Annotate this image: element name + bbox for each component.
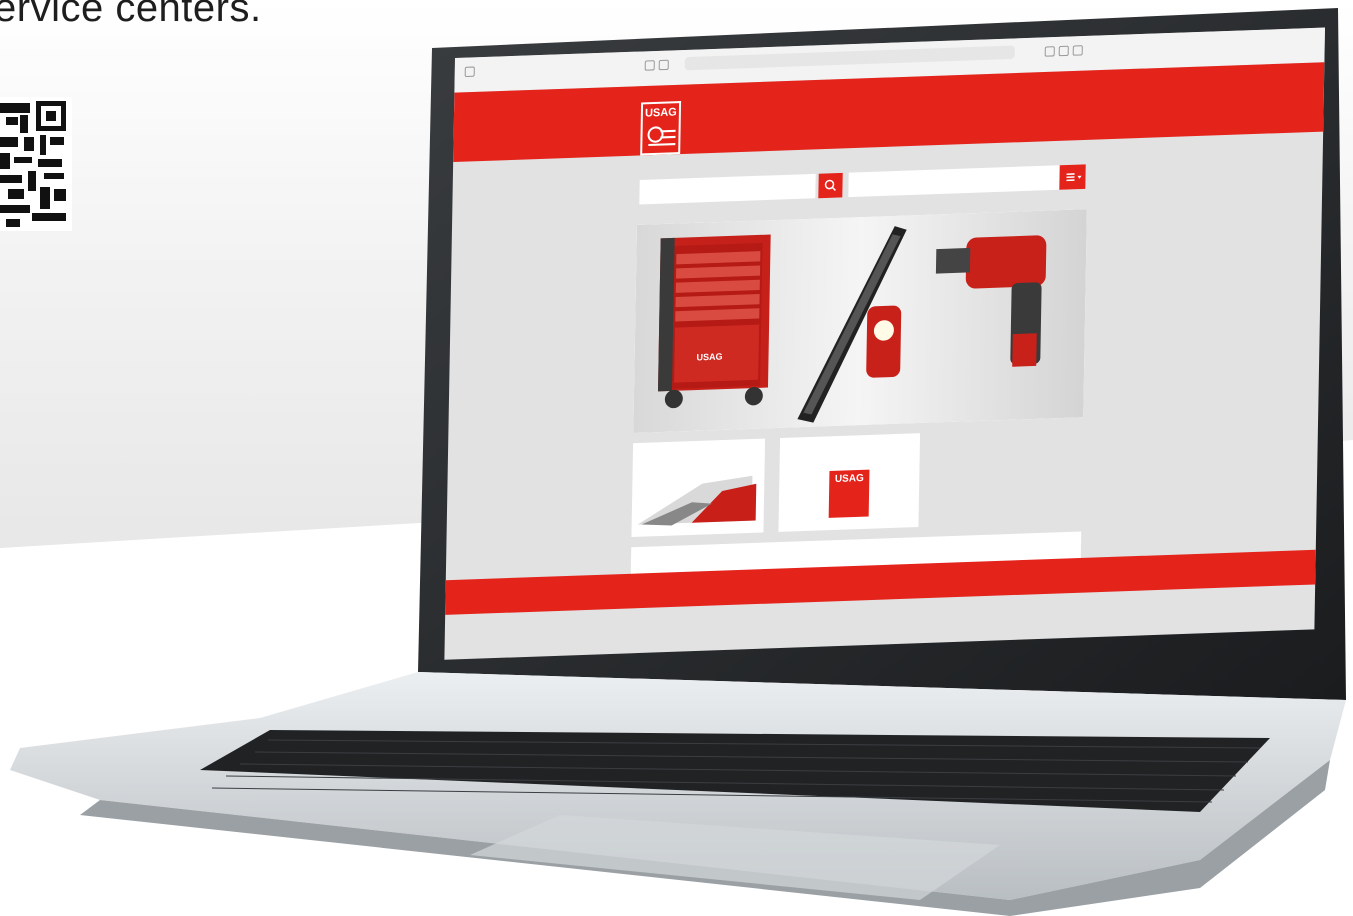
warranty-info-card[interactable]: USAG [778, 433, 921, 532]
product-search-input[interactable] [639, 173, 816, 205]
website-viewport: USAG USAG USAG [444, 27, 1325, 660]
share-icon[interactable] [1044, 46, 1055, 57]
hero-banner[interactable]: USAG [633, 209, 1087, 434]
help-box [848, 164, 1085, 198]
search-icon [824, 179, 836, 192]
service-centers-card[interactable] [631, 438, 766, 538]
search-button[interactable] [818, 172, 843, 199]
cabinet-logo: USAG [696, 351, 722, 362]
laptop-screen: USAG USAG USAG [444, 27, 1325, 660]
wrench-logo-icon [647, 126, 676, 147]
small-logo-text: USAG [834, 472, 864, 486]
road-icon [637, 475, 757, 526]
product-photo: USAG [633, 209, 1087, 434]
plus-icon[interactable] [1058, 45, 1069, 57]
work-light [866, 305, 902, 378]
tabs-overview-icon[interactable] [1072, 45, 1083, 56]
shield-icon[interactable] [644, 60, 655, 71]
usag-logo-small: USAG [828, 469, 870, 518]
tool-cabinet: USAG [657, 234, 771, 409]
usag-logo[interactable]: USAG [640, 101, 682, 156]
menu-dropdown-button[interactable] [1059, 164, 1086, 190]
logo-text: USAG [644, 106, 677, 120]
address-bar[interactable] [684, 45, 1015, 71]
hamburger-icon [1066, 173, 1082, 182]
tabs-icon[interactable] [658, 59, 669, 71]
sidebar-icon[interactable] [464, 66, 475, 78]
